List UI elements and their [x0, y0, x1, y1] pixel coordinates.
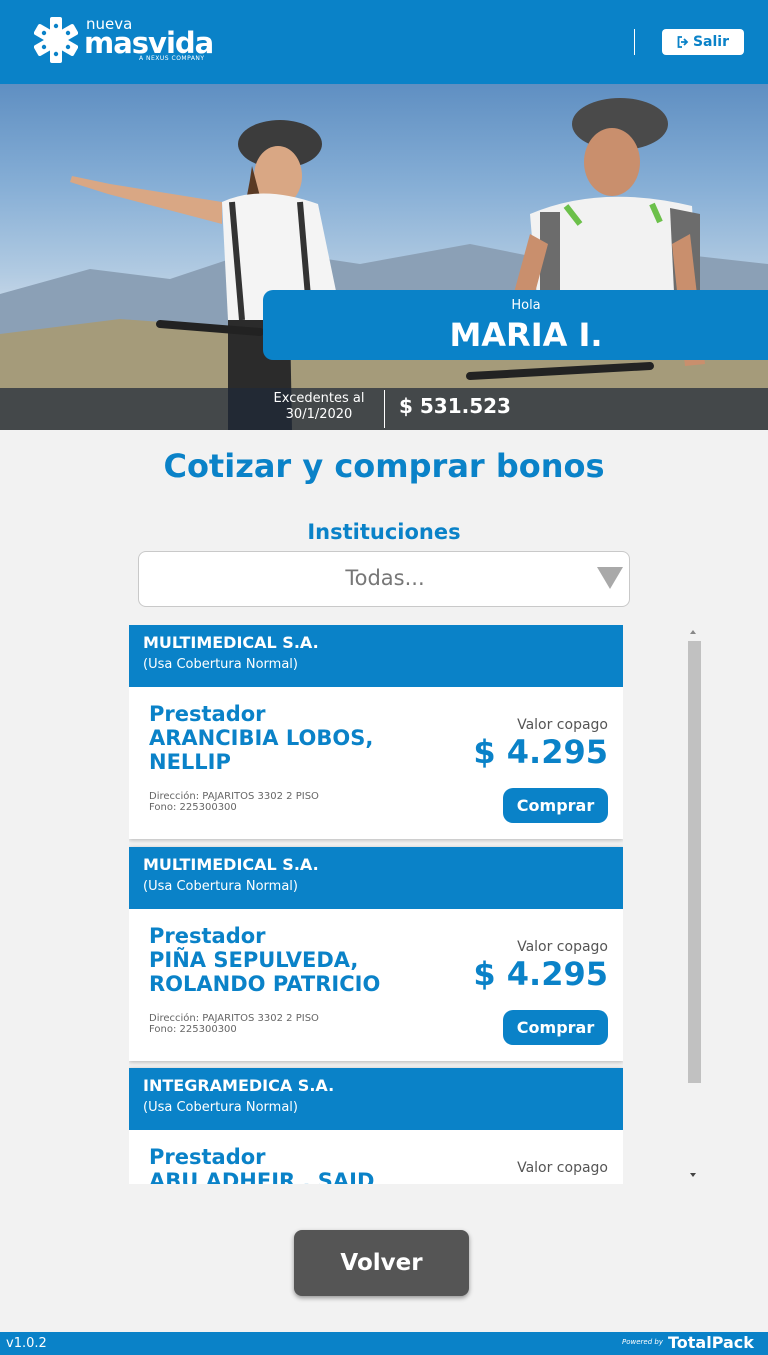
- page-title: Cotizar y comprar bonos: [163, 447, 605, 485]
- institutions-label: Instituciones: [307, 520, 461, 544]
- institutions-selected-value: Todas...: [345, 566, 425, 590]
- institutions-select[interactable]: Todas...: [138, 551, 630, 607]
- greeting-text: Hola: [511, 298, 541, 313]
- provider-contact: Dirección: PAJARITOS 3302 2 PISO Fono: 2…: [149, 791, 319, 813]
- copay-label: Valor copago: [517, 717, 608, 733]
- scroll-thumb[interactable]: [688, 641, 701, 1083]
- hero-banner: Hola MARIA I. Excedentes al 30/1/2020 $ …: [0, 84, 768, 430]
- provider-card-header: INTEGRAMEDICA S.A. (Usa Cobertura Normal…: [129, 1068, 623, 1130]
- excess-bar: Excedentes al 30/1/2020 $ 531.523: [0, 388, 768, 430]
- provider-role: Prestador: [149, 1145, 266, 1169]
- vendor-brand: TotalPack: [668, 1333, 754, 1352]
- brand-logo[interactable]: nueva masvida A NEXUS COMPANY: [34, 15, 234, 65]
- copay-label: Valor copago: [517, 939, 608, 955]
- cyclists-photo: [0, 98, 768, 430]
- provider-role: Prestador: [149, 924, 266, 948]
- institution-name: INTEGRAMEDICA S.A.: [143, 1076, 335, 1095]
- copay-value: $ 4.295: [473, 733, 608, 771]
- header-divider: [634, 29, 635, 55]
- provider-card: MULTIMEDICAL S.A. (Usa Cobertura Normal)…: [129, 625, 623, 839]
- provider-contact: Dirección: PAJARITOS 3302 2 PISO Fono: 2…: [149, 1013, 319, 1035]
- greeting-card: Hola MARIA I.: [263, 290, 768, 360]
- sign-out-icon: [677, 36, 689, 48]
- provider-card: MULTIMEDICAL S.A. (Usa Cobertura Normal)…: [129, 847, 623, 1061]
- coverage-type: (Usa Cobertura Normal): [143, 1100, 298, 1115]
- app-footer: v1.0.2 Powered by TotalPack: [0, 1332, 768, 1355]
- provider-name: ABU ADHEIR , SAID: [149, 1169, 375, 1184]
- provider-card-header: MULTIMEDICAL S.A. (Usa Cobertura Normal): [129, 847, 623, 909]
- excess-label: Excedentes al 30/1/2020: [273, 391, 365, 422]
- buy-button[interactable]: Comprar: [503, 788, 608, 823]
- logout-button[interactable]: Salir: [662, 29, 744, 55]
- provider-address: Dirección: PAJARITOS 3302 2 PISO: [149, 791, 319, 802]
- excess-divider: [384, 390, 385, 428]
- app-header: nueva masvida A NEXUS COMPANY Salir: [0, 0, 768, 84]
- coverage-type: (Usa Cobertura Normal): [143, 657, 298, 672]
- logo-tagline: A NEXUS COMPANY: [139, 55, 205, 62]
- institution-name: MULTIMEDICAL S.A.: [143, 855, 319, 874]
- provider-list[interactable]: MULTIMEDICAL S.A. (Usa Cobertura Normal)…: [129, 625, 623, 1184]
- coverage-type: (Usa Cobertura Normal): [143, 879, 298, 894]
- caret-down-icon: [597, 567, 623, 589]
- scroll-up-arrow-icon[interactable]: [690, 630, 696, 634]
- provider-name: PIÑA SEPULVEDA, ROLANDO PATRICIO: [149, 948, 381, 996]
- copay-value: $ 4.295: [473, 955, 608, 993]
- institution-name: MULTIMEDICAL S.A.: [143, 633, 319, 652]
- provider-name: ARANCIBIA LOBOS, NELLIP: [149, 726, 374, 774]
- scroll-down-arrow-icon[interactable]: [690, 1173, 696, 1177]
- provider-card: INTEGRAMEDICA S.A. (Usa Cobertura Normal…: [129, 1068, 623, 1184]
- copay-label: Valor copago: [517, 1160, 608, 1176]
- provider-phone: Fono: 225300300: [149, 802, 237, 813]
- back-button[interactable]: Volver: [294, 1230, 469, 1296]
- provider-address: Dirección: PAJARITOS 3302 2 PISO: [149, 1013, 319, 1024]
- provider-card-header: MULTIMEDICAL S.A. (Usa Cobertura Normal): [129, 625, 623, 687]
- version-label: v1.0.2: [6, 1336, 47, 1351]
- buy-button[interactable]: Comprar: [503, 1010, 608, 1045]
- excess-value: $ 531.523: [399, 394, 511, 418]
- provider-role: Prestador: [149, 702, 266, 726]
- list-scrollbar[interactable]: [686, 628, 702, 1184]
- logout-label: Salir: [692, 34, 730, 50]
- star-of-life-icon: [34, 17, 78, 63]
- user-name: MARIA I.: [449, 316, 603, 354]
- provider-phone: Fono: 225300300: [149, 1024, 237, 1035]
- powered-by-label: Powered by: [622, 1338, 663, 1346]
